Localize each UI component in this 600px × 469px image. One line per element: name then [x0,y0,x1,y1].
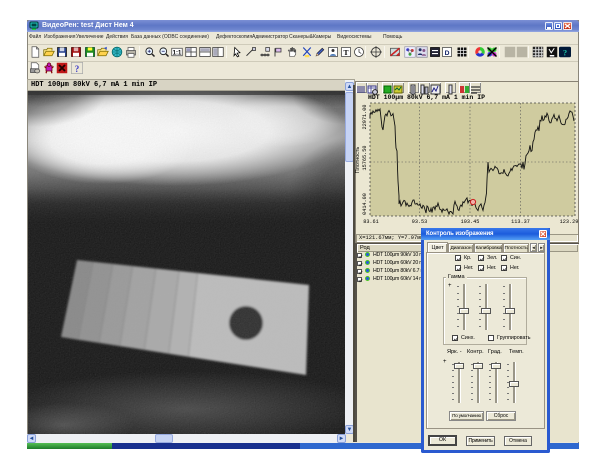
svg-text:123.29: 123.29 [560,219,579,225]
svg-text:?: ? [562,48,566,57]
svg-text:?: ? [75,64,80,74]
svg-text:T: T [343,48,348,57]
svg-text:0414.00: 0414.00 [362,193,368,215]
svg-text:15765.50: 15765.50 [362,146,368,171]
svg-text:113.37: 113.37 [511,219,530,225]
svg-text:Плотность: Плотность [355,147,361,174]
svg-text:93.53: 93.53 [412,219,428,225]
svg-text:83.61: 83.61 [363,219,379,225]
svg-text:D: D [445,50,450,57]
svg-text:103.45: 103.45 [461,219,480,225]
svg-text:22971.00: 22971.00 [362,105,368,130]
svg-text:1:1: 1:1 [173,50,182,56]
